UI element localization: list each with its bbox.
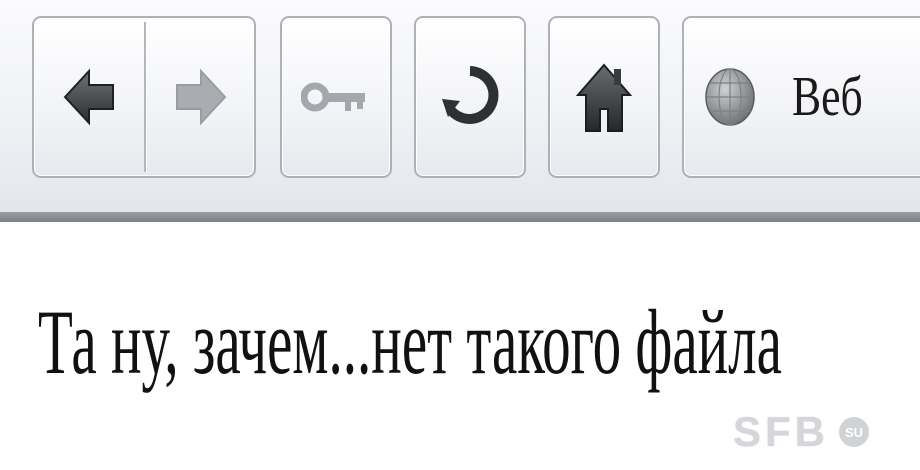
globe-icon: [705, 68, 755, 126]
watermark-badge: SU: [839, 417, 869, 447]
forward-arrow-icon: [176, 68, 227, 126]
refresh-button[interactable]: [414, 16, 526, 178]
toolbar-border: [0, 212, 920, 222]
refresh-icon: [442, 66, 499, 124]
home-button[interactable]: [548, 16, 660, 178]
address-bar[interactable]: Веб: [682, 16, 920, 178]
home-icon: [575, 63, 633, 132]
watermark: SFB SU: [733, 408, 869, 456]
key-icon: [301, 82, 365, 112]
error-message: Та ну, зачем...нет такого файла: [38, 291, 782, 393]
key-button[interactable]: [280, 16, 392, 178]
watermark-text: SFB: [733, 408, 829, 455]
address-text: Веб: [792, 66, 863, 128]
nav-button-group: [32, 16, 256, 178]
back-arrow-icon: [63, 68, 114, 126]
browser-toolbar: Веб: [0, 0, 920, 212]
back-button[interactable]: [34, 18, 144, 176]
forward-button[interactable]: [146, 18, 256, 176]
